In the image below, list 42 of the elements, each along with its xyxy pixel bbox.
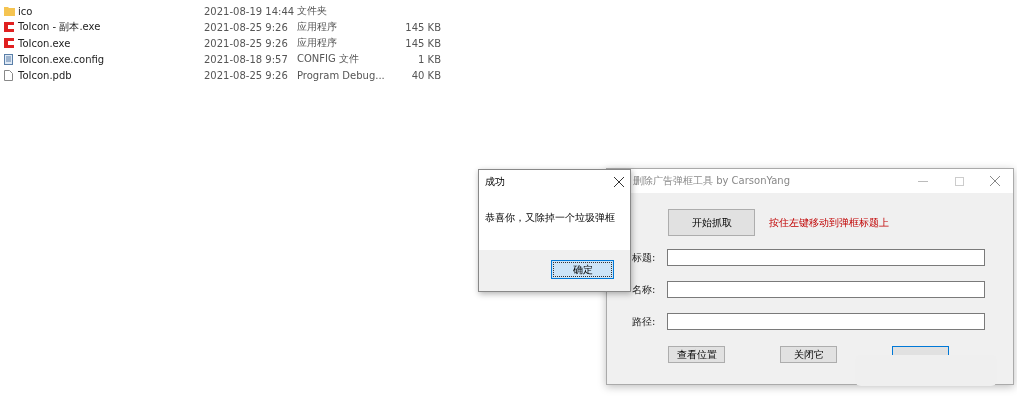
file-row[interactable]: ToIcon.pdb 2021-08-25 9:26 Program Debug... 40 KB xyxy=(4,67,441,83)
folder-icon xyxy=(4,6,15,16)
window-title: 删除广告弹框工具 by CarsonYang xyxy=(633,174,792,188)
file-type: 应用程序 xyxy=(297,36,338,50)
file-row[interactable]: ToIcon.exe 2021-08-25 9:26 应用程序 145 KB xyxy=(4,35,441,51)
file-name: ToIcon.pdb xyxy=(18,69,73,81)
file-date: 2021-08-25 9:26 xyxy=(204,69,289,81)
field-label: 名称: xyxy=(632,282,657,297)
file-name: ToIcon.exe xyxy=(18,37,72,49)
file-type: Program Debug... xyxy=(297,69,386,81)
hint-text: 按住左键移动到弹框标题上 xyxy=(769,215,889,230)
field-label: 路径: xyxy=(632,314,657,329)
input-field[interactable] xyxy=(667,281,985,298)
config-file-icon xyxy=(4,53,13,65)
file-size: 40 KB xyxy=(410,69,441,81)
file-date: 2021-08-25 9:26 xyxy=(204,37,289,49)
file-row[interactable]: ToIcon.exe.config 2021-08-18 9:57 CONFIG 文件 1 KB xyxy=(4,51,441,67)
dialog-title: 成功 xyxy=(485,175,505,189)
action-button[interactable]: 查看位置 xyxy=(668,346,725,363)
file-row[interactable]: ToIcon - 副本.exe 2021-08-25 9:26 应用程序 145 KB xyxy=(4,19,441,35)
dialog-message: 恭喜你，又除掉一个垃圾弹框 xyxy=(485,211,616,225)
file-date: 2021-08-18 9:57 xyxy=(204,53,289,65)
file-size: 145 KB xyxy=(404,37,441,49)
file-name: ToIcon - 副本.exe xyxy=(18,20,102,34)
file-icon xyxy=(4,69,13,81)
field-label: 标题: xyxy=(632,250,657,265)
action-button[interactable]: 关闭它 xyxy=(780,346,837,363)
file-size: 1 KB xyxy=(417,53,441,65)
file-date: 2021-08-25 9:26 xyxy=(204,21,289,33)
file-row[interactable]: ico 2021-08-19 14:44 文件夹 xyxy=(4,3,441,19)
file-name: ToIcon.exe.config xyxy=(18,53,106,65)
input-field[interactable] xyxy=(667,313,985,330)
ok-button[interactable]: 确定 xyxy=(551,260,614,279)
file-date: 2021-08-19 14:44 xyxy=(204,5,296,17)
input-field[interactable] xyxy=(667,249,985,266)
file-size: 145 KB xyxy=(404,21,441,33)
file-type: CONFIG 文件 xyxy=(297,52,360,66)
file-type: 应用程序 xyxy=(297,20,338,34)
file-name: ico xyxy=(18,5,34,17)
close-icon[interactable] xyxy=(614,177,624,187)
file-type: 文件夹 xyxy=(297,4,328,18)
start-capture-button[interactable]: 开始抓取 xyxy=(668,209,755,236)
